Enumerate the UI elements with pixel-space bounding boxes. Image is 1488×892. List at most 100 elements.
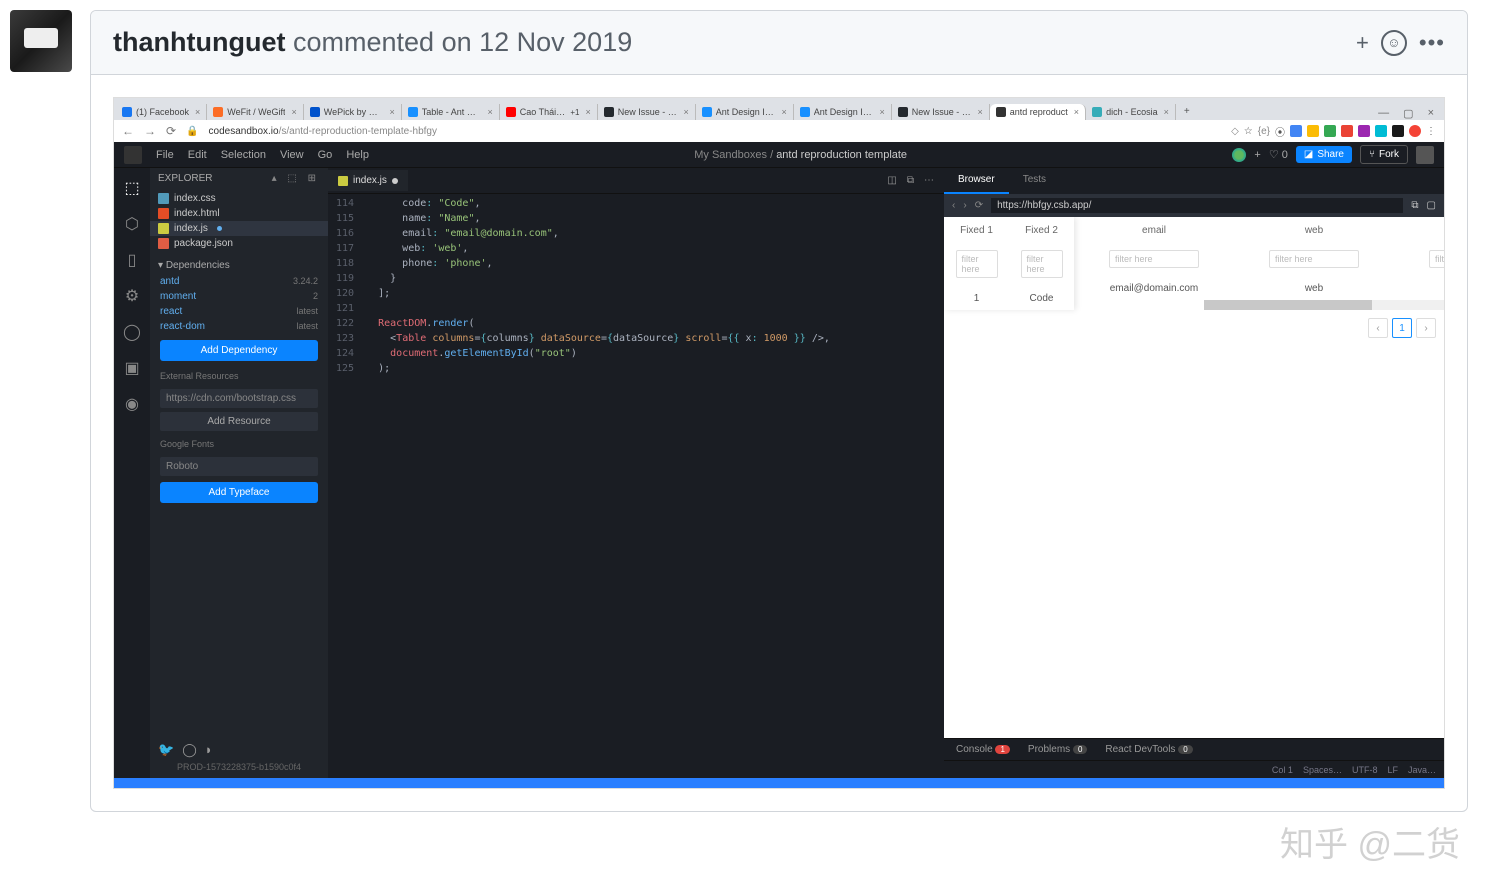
maximize-icon[interactable]: ▢: [1403, 107, 1413, 120]
preview-url-input[interactable]: [991, 198, 1403, 213]
comment-author[interactable]: thanhtunguet: [113, 27, 285, 57]
reload-icon[interactable]: ⟳: [166, 124, 176, 138]
tab-browser[interactable]: Browser: [944, 168, 1009, 194]
col-email[interactable]: email: [1074, 217, 1234, 244]
col-fixed2[interactable]: Fixed 2: [1009, 217, 1074, 244]
browser-tab[interactable]: Cao Thái S…+1×: [500, 104, 598, 120]
browser-tab[interactable]: (1) Facebook×: [116, 104, 207, 120]
col-fixed1[interactable]: Fixed 1: [944, 217, 1009, 244]
status-item[interactable]: Spaces…: [1303, 765, 1342, 775]
cube-icon[interactable]: ⬡: [122, 214, 142, 234]
page-prev[interactable]: ‹: [1368, 318, 1388, 338]
settings-icon[interactable]: ⚙: [122, 286, 142, 306]
filter-input[interactable]: filter here: [1021, 250, 1063, 278]
status-item[interactable]: LF: [1387, 765, 1398, 775]
console-tab[interactable]: Problems 0: [1028, 744, 1087, 755]
browser-tab[interactable]: New Issue - ant×: [892, 104, 990, 120]
file-icon[interactable]: ▯: [122, 250, 142, 270]
close-icon[interactable]: ×: [389, 107, 394, 117]
page-next[interactable]: ›: [1416, 318, 1436, 338]
github-footer-icon[interactable]: ◯: [182, 742, 197, 758]
open-window-icon[interactable]: ⧉: [1411, 200, 1418, 211]
dependency-item[interactable]: moment2: [158, 289, 320, 304]
dependency-item[interactable]: antd3.24.2: [158, 274, 320, 289]
dependency-item[interactable]: reactlatest: [158, 304, 320, 319]
split-icon[interactable]: ◫: [887, 175, 896, 186]
explorer-icon[interactable]: ⬚: [122, 178, 142, 198]
close-icon[interactable]: ×: [487, 107, 492, 117]
diff-icon[interactable]: ⧉: [907, 175, 914, 186]
browser-tab[interactable]: New Issue - ant×: [598, 104, 696, 120]
spectrum-icon[interactable]: ◗: [205, 742, 213, 758]
close-icon[interactable]: ×: [781, 107, 786, 117]
more-icon[interactable]: ⋯: [924, 175, 934, 186]
browser-tab[interactable]: WeFit / WeGift×: [207, 104, 303, 120]
status-item[interactable]: Java…: [1408, 765, 1436, 775]
browser-tab[interactable]: Table - Ant Des×: [402, 104, 500, 120]
dependencies-header[interactable]: ▾ Dependencies: [158, 257, 320, 274]
close-icon[interactable]: ×: [683, 107, 688, 117]
add-dependency-button[interactable]: Add Dependency: [160, 340, 318, 361]
comment-date[interactable]: on 12 Nov 2019: [442, 27, 633, 57]
address-bar[interactable]: codesandbox.io/s/antd-reproduction-templ…: [209, 126, 1222, 137]
tab-tests[interactable]: Tests: [1009, 168, 1060, 194]
fork-button[interactable]: ⑂ Fork: [1360, 145, 1408, 164]
preview-forward-icon[interactable]: ›: [963, 200, 966, 211]
user-avatar-icon[interactable]: [1416, 146, 1434, 164]
preview-reload-icon[interactable]: ⟳: [975, 200, 983, 211]
share-button[interactable]: ◪ Share: [1296, 146, 1352, 163]
status-item[interactable]: Col 1: [1272, 765, 1293, 775]
code-area[interactable]: 114115116117118119120121122123124125 cod…: [328, 194, 944, 778]
browser-tab[interactable]: Ant Design Issu×: [696, 104, 794, 120]
close-icon[interactable]: ×: [1164, 107, 1169, 117]
filter-input[interactable]: filter here: [956, 250, 998, 278]
add-icon[interactable]: +: [1254, 149, 1260, 161]
close-icon[interactable]: ×: [585, 107, 590, 117]
browser-tab[interactable]: Ant Design Issu×: [794, 104, 892, 120]
kebab-icon[interactable]: •••: [1419, 30, 1445, 56]
file-item[interactable]: index.js: [150, 221, 328, 236]
file-item[interactable]: index.html: [150, 206, 328, 221]
menu-edit[interactable]: Edit: [188, 149, 207, 161]
forward-icon[interactable]: →: [144, 124, 156, 138]
col-phone[interactable]: phone: [1394, 217, 1444, 244]
page-1[interactable]: 1: [1392, 318, 1412, 338]
minimize-icon[interactable]: —: [1378, 107, 1389, 120]
menu-file[interactable]: File: [156, 149, 174, 161]
filter-input[interactable]: filter here: [1429, 250, 1444, 268]
editor-tab[interactable]: index.js: [328, 170, 408, 191]
preview-back-icon[interactable]: ‹: [952, 200, 955, 211]
menu-view[interactable]: View: [280, 149, 304, 161]
menu-go[interactable]: Go: [318, 149, 333, 161]
close-window-icon[interactable]: ×: [1428, 107, 1434, 120]
font-input[interactable]: Roboto: [160, 457, 318, 476]
console-tab[interactable]: React DevTools 0: [1105, 744, 1192, 755]
external-resource-input[interactable]: https://cdn.com/bootstrap.css: [160, 389, 318, 408]
close-icon[interactable]: ×: [879, 107, 884, 117]
avatar[interactable]: [10, 10, 72, 72]
status-item[interactable]: UTF-8: [1352, 765, 1378, 775]
close-icon[interactable]: ×: [195, 107, 200, 117]
smile-icon[interactable]: ☺: [1381, 30, 1407, 56]
plus-icon[interactable]: +: [1356, 30, 1369, 56]
browser-tab[interactable]: dich - Ecosia×: [1086, 104, 1176, 120]
file-item[interactable]: package.json: [150, 236, 328, 251]
twitter-icon[interactable]: 🐦: [158, 742, 174, 758]
github-icon[interactable]: ◯: [122, 322, 142, 342]
menu-selection[interactable]: Selection: [221, 149, 266, 161]
browser-tab[interactable]: antd reproduct×: [990, 104, 1086, 120]
close-icon[interactable]: ×: [291, 107, 296, 117]
breadcrumb[interactable]: My Sandboxes / antd reproduction templat…: [694, 149, 907, 161]
console-bar[interactable]: Console 1 Problems 0 React DevTools 0: [944, 738, 1444, 760]
filter-input[interactable]: filter here: [1109, 250, 1199, 268]
codesandbox-logo-icon[interactable]: [124, 146, 142, 164]
reload-sandbox-icon[interactable]: [1232, 148, 1246, 162]
horizontal-scrollbar[interactable]: [1204, 300, 1444, 310]
console-tab[interactable]: Console 1: [956, 744, 1010, 755]
col-web[interactable]: web: [1234, 217, 1394, 244]
close-icon[interactable]: ×: [977, 107, 982, 117]
new-tab-button[interactable]: +: [1176, 103, 1198, 120]
scroll-columns[interactable]: emailwebphone filter here filter here filt…: [1074, 217, 1444, 310]
close-icon[interactable]: ×: [1074, 107, 1079, 117]
filter-input[interactable]: filter here: [1269, 250, 1359, 268]
